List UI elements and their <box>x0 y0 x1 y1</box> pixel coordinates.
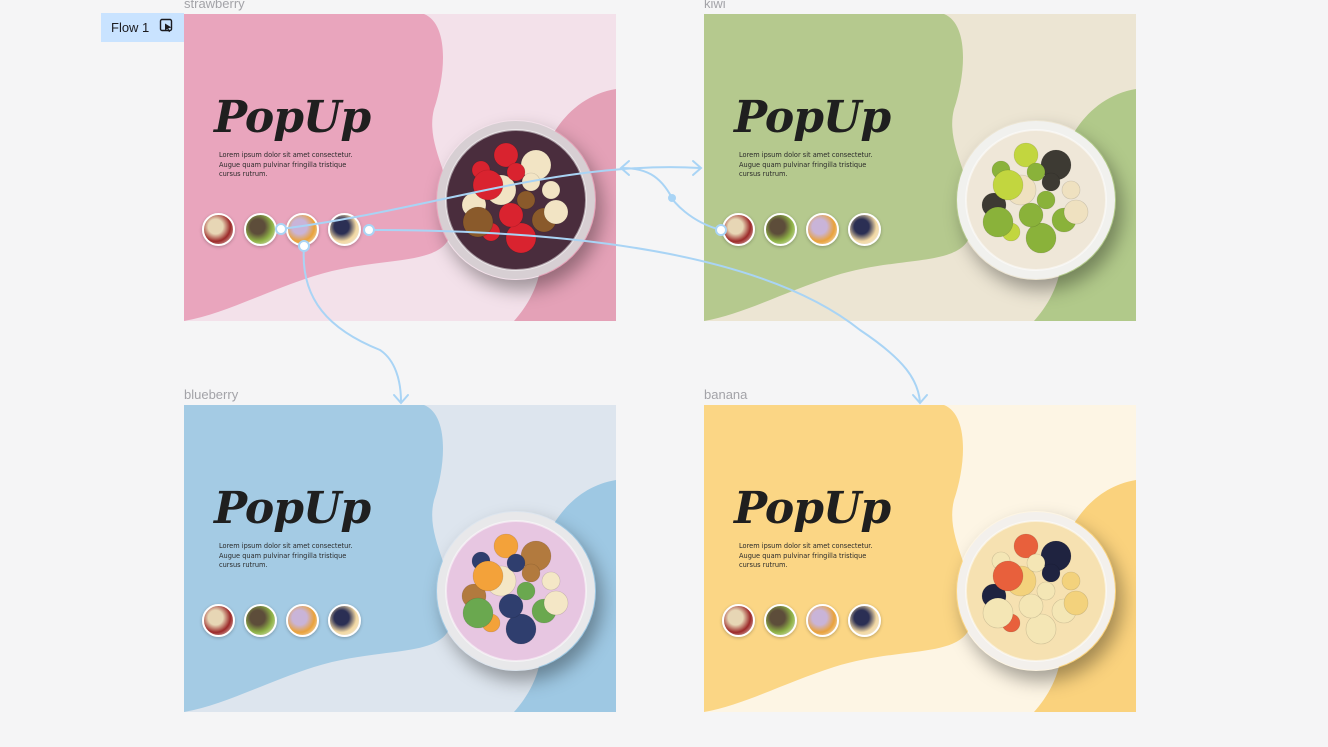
thumbnail-banana[interactable] <box>328 213 361 246</box>
thumbnail-strawberry[interactable] <box>722 604 755 637</box>
description-line: Lorem ipsum dolor sit amet consectetur. <box>739 151 873 159</box>
description-line: Lorem ipsum dolor sit amet consectetur. <box>739 542 873 550</box>
thumbnail-strawberry[interactable] <box>202 604 235 637</box>
connector-waypoint[interactable] <box>668 194 676 202</box>
frame-label-blueberry[interactable]: blueberry <box>184 387 238 402</box>
description-text: Lorem ipsum dolor sit amet consectetur. A… <box>739 151 889 180</box>
thumbnail-blueberry[interactable] <box>806 213 839 246</box>
description-text: Lorem ipsum dolor sit amet consectetur. A… <box>219 151 369 180</box>
thumbnail-banana[interactable] <box>848 604 881 637</box>
frame-label-strawberry[interactable]: strawberry <box>184 0 245 11</box>
food-bowl-image <box>436 120 596 280</box>
description-line: Lorem ipsum dolor sit amet consectetur. <box>219 542 353 550</box>
arrow-head-strawberry <box>619 160 630 176</box>
frame-label-banana[interactable]: banana <box>704 387 747 402</box>
description-text: Lorem ipsum dolor sit amet consectetur. A… <box>739 542 889 571</box>
frame-blueberry[interactable]: PopUp Lorem ipsum dolor sit amet consecte… <box>184 405 616 712</box>
thumbnail-kiwi[interactable] <box>244 604 277 637</box>
brand-logo: PopUp <box>734 92 891 143</box>
flow-label: Flow 1 <box>111 20 150 35</box>
description-line: cursus rutrum. <box>219 561 268 569</box>
description-line: Augue quam pulvinar fringilla tristique <box>739 160 867 169</box>
brand-logo: PopUp <box>214 483 371 534</box>
food-bowl-image <box>956 511 1116 671</box>
description-line: cursus rutrum. <box>739 170 788 178</box>
description-line: Lorem ipsum dolor sit amet consectetur. <box>219 151 353 159</box>
thumbnail-banana[interactable] <box>328 604 361 637</box>
thumbnail-banana[interactable] <box>848 213 881 246</box>
description-line: cursus rutrum. <box>739 561 788 569</box>
thumbnail-strawberry[interactable] <box>722 213 755 246</box>
arrow-head-blueberry <box>393 394 409 405</box>
brand-logo: PopUp <box>214 92 371 143</box>
thumbnail-strawberry[interactable] <box>202 213 235 246</box>
flavor-thumbnails <box>722 604 881 637</box>
frame-label-kiwi[interactable]: kiwi <box>704 0 726 11</box>
thumbnail-blueberry[interactable] <box>286 604 319 637</box>
frame-banana[interactable]: PopUp Lorem ipsum dolor sit amet consecte… <box>704 405 1136 712</box>
thumbnail-kiwi[interactable] <box>244 213 277 246</box>
thumbnail-blueberry[interactable] <box>806 604 839 637</box>
arrow-head-banana <box>912 394 928 405</box>
arrow-head-kiwi <box>692 160 703 176</box>
description-line: Augue quam pulvinar fringilla tristique <box>739 551 867 560</box>
frame-kiwi[interactable]: PopUp Lorem ipsum dolor sit amet consecte… <box>704 14 1136 321</box>
thumbnail-kiwi[interactable] <box>764 604 797 637</box>
flavor-thumbnails <box>202 213 361 246</box>
flavor-thumbnails <box>722 213 881 246</box>
play-frame-icon[interactable] <box>159 18 175 37</box>
food-bowl-image <box>956 120 1116 280</box>
thumbnail-blueberry[interactable] <box>286 213 319 246</box>
description-line: Augue quam pulvinar fringilla tristique <box>219 160 347 169</box>
description-line: Augue quam pulvinar fringilla tristique <box>219 551 347 560</box>
flow-start-tag[interactable]: Flow 1 <box>101 13 184 42</box>
flavor-thumbnails <box>202 604 361 637</box>
description-text: Lorem ipsum dolor sit amet consectetur. A… <box>219 542 369 571</box>
description-line: cursus rutrum. <box>219 170 268 178</box>
food-bowl-image <box>436 511 596 671</box>
brand-logo: PopUp <box>734 483 891 534</box>
thumbnail-kiwi[interactable] <box>764 213 797 246</box>
frame-strawberry[interactable]: PopUp Lorem ipsum dolor sit amet consecte… <box>184 14 616 321</box>
